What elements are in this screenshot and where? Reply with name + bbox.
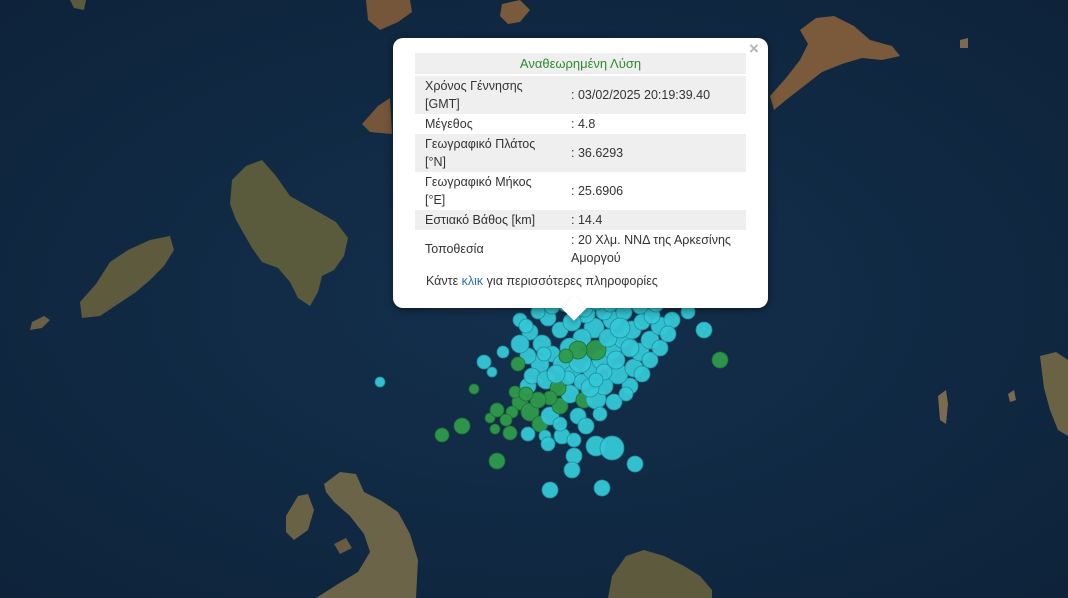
earthquake-marker[interactable] bbox=[711, 351, 729, 369]
longitude-value: 25.6906 bbox=[561, 172, 746, 210]
location-label: Τοποθεσία bbox=[425, 242, 484, 256]
earthquake-marker[interactable] bbox=[536, 346, 552, 362]
magnitude-value: 4.8 bbox=[561, 114, 746, 134]
earthquake-marker[interactable] bbox=[651, 339, 669, 357]
earthquake-marker[interactable] bbox=[518, 318, 534, 334]
earthquake-marker[interactable] bbox=[659, 325, 677, 343]
earthquake-marker[interactable] bbox=[520, 426, 536, 442]
depth-label: Εστιακό Βάθος [km] bbox=[415, 210, 561, 230]
depth-value: 14.4 bbox=[561, 210, 746, 230]
table-row: Μέγεθος 4.8 bbox=[415, 114, 746, 134]
earthquake-marker[interactable] bbox=[489, 402, 505, 418]
earthquake-marker[interactable] bbox=[518, 386, 534, 402]
earthquake-marker[interactable] bbox=[510, 334, 530, 354]
origin-time-label: Χρόνος Γέννησης [GMT] bbox=[415, 76, 561, 114]
earthquake-marker[interactable] bbox=[588, 372, 604, 388]
earthquake-marker[interactable] bbox=[609, 317, 631, 339]
popup-header: Αναθεωρημένη Λύση bbox=[415, 53, 746, 74]
longitude-label: Γεωγραφικό Μήκος [°E] bbox=[425, 175, 532, 207]
earthquake-marker[interactable] bbox=[592, 406, 608, 422]
earthquake-marker[interactable] bbox=[499, 413, 513, 427]
earthquake-marker[interactable] bbox=[663, 311, 681, 329]
earthquake-marker[interactable] bbox=[599, 435, 625, 461]
earthquake-marker[interactable] bbox=[489, 423, 501, 435]
earthquake-marker[interactable] bbox=[563, 461, 581, 479]
earthquake-marker[interactable] bbox=[593, 479, 611, 497]
close-icon[interactable]: × bbox=[746, 40, 762, 57]
latitude-label: Γεωγραφικό Πλάτος [°N] bbox=[415, 134, 561, 172]
earthquake-marker[interactable] bbox=[633, 365, 651, 383]
earthquake-details-table: Χρόνος Γέννησης [GMT] 03/02/2025 20:19:3… bbox=[415, 76, 746, 268]
earthquake-marker[interactable] bbox=[374, 376, 386, 388]
earthquake-marker[interactable] bbox=[476, 354, 492, 370]
earthquake-marker[interactable] bbox=[496, 345, 510, 359]
earthquake-marker[interactable] bbox=[541, 481, 559, 499]
earthquake-marker[interactable] bbox=[540, 436, 556, 452]
earthquake-marker[interactable] bbox=[434, 427, 450, 443]
table-row: Γεωγραφικό Μήκος [°E] 25.6906 bbox=[415, 172, 746, 210]
table-row: Τοποθεσία 20 Χλμ. ΝΝΔ της Αρκεσίνης Αμορ… bbox=[415, 230, 746, 268]
more-info-suffix: για περισσότερες πληροφορίες bbox=[486, 274, 658, 288]
origin-time-value: 03/02/2025 20:19:39.40 bbox=[561, 76, 746, 114]
more-info-line: Κάντε κλικ για περισσότερες πληροφορίες bbox=[426, 274, 658, 288]
earthquake-marker[interactable] bbox=[552, 416, 568, 432]
earthquake-marker[interactable] bbox=[546, 364, 566, 384]
magnitude-label: Μέγεθος bbox=[425, 117, 473, 131]
earthquake-info-popup: × Αναθεωρημένη Λύση Χρόνος Γέννησης [GMT… bbox=[393, 38, 768, 321]
more-info-link[interactable]: κλικ bbox=[462, 274, 484, 288]
earthquake-marker[interactable] bbox=[566, 432, 582, 448]
earthquake-marker[interactable] bbox=[486, 366, 498, 378]
more-info-prefix: Κάντε bbox=[426, 274, 459, 288]
earthquake-marker[interactable] bbox=[453, 417, 471, 435]
earthquake-marker[interactable] bbox=[620, 338, 640, 358]
earthquake-marker[interactable] bbox=[468, 383, 480, 395]
earthquake-marker[interactable] bbox=[488, 452, 506, 470]
earthquake-marker[interactable] bbox=[510, 356, 526, 372]
earthquake-marker[interactable] bbox=[695, 321, 713, 339]
earthquake-marker[interactable] bbox=[558, 348, 574, 364]
earthquake-marker[interactable] bbox=[626, 455, 644, 473]
earthquake-marker[interactable] bbox=[618, 386, 634, 402]
earthquake-marker[interactable] bbox=[577, 417, 595, 435]
earthquake-marker[interactable] bbox=[565, 447, 583, 465]
earthquake-marker[interactable] bbox=[502, 425, 518, 441]
latitude-value: 36.6293 bbox=[561, 134, 746, 172]
location-value: 20 Χλμ. ΝΝΔ της Αρκεσίνης Αμοργού bbox=[561, 230, 746, 268]
table-row: Εστιακό Βάθος [km] 14.4 bbox=[415, 210, 746, 230]
table-row: Χρόνος Γέννησης [GMT] 03/02/2025 20:19:3… bbox=[415, 76, 746, 114]
table-row: Γεωγραφικό Πλάτος [°N] 36.6293 bbox=[415, 134, 746, 172]
